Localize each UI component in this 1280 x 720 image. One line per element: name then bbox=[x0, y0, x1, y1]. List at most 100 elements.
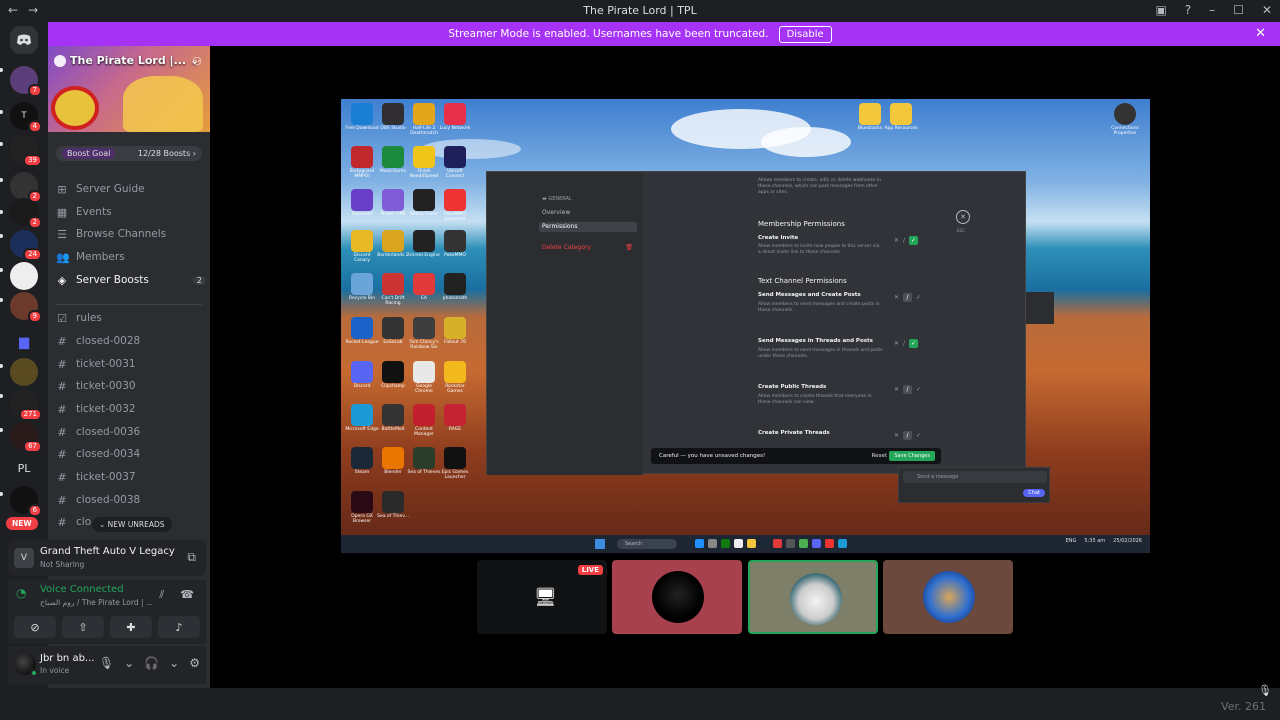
nav-server-guide[interactable]: ⊞ Server Guide bbox=[56, 179, 206, 199]
participant-tile[interactable] bbox=[883, 560, 1013, 634]
perm-toggle[interactable]: ✕ / ✓ bbox=[894, 385, 921, 394]
deny-icon[interactable]: ✕ bbox=[894, 386, 899, 393]
disable-streamer-button[interactable]: Disable bbox=[778, 25, 832, 43]
clock-date[interactable]: 25/02/2026 bbox=[1113, 538, 1142, 544]
microphone-icon[interactable]: 🎙 bbox=[1258, 684, 1272, 697]
perm-toggle[interactable]: ✕ / ✓ bbox=[894, 339, 919, 348]
desktop-icon[interactable]: Sea of Thiev... bbox=[376, 491, 410, 519]
taskbar-app-icon[interactable] bbox=[812, 539, 821, 548]
taskbar-app-icon[interactable] bbox=[786, 539, 795, 548]
desktop-icon[interactable]: Free Download bbox=[345, 103, 379, 131]
activities-button[interactable]: ✚ bbox=[110, 616, 152, 638]
channel-item[interactable]: # closed-0034 bbox=[56, 444, 206, 464]
desktop-icon[interactable]: Proton VPN bbox=[376, 189, 410, 217]
new-unreads-pill[interactable]: ⌄ NEW UNREADS bbox=[92, 517, 172, 532]
stream-tile[interactable]: LIVE 🖥 bbox=[477, 560, 607, 634]
discord-home-icon[interactable] bbox=[10, 26, 38, 54]
desktop-icon[interactable]: Rockstar Games bbox=[438, 361, 472, 394]
desktop-icon[interactable]: Discord Canary bbox=[345, 230, 379, 263]
taskbar-app-icon[interactable] bbox=[721, 539, 730, 548]
desktop-icon[interactable]: Borderlands 2 bbox=[376, 230, 410, 258]
settings-overview[interactable]: Overview bbox=[539, 208, 637, 218]
taskbar-app-icon[interactable] bbox=[747, 539, 756, 548]
clock-time[interactable]: 5:35 am bbox=[1084, 538, 1105, 544]
channel-item[interactable]: # closed-0036 bbox=[56, 422, 206, 442]
taskbar-app-icon[interactable] bbox=[825, 539, 834, 548]
desktop-icon[interactable]: Recycle Bin bbox=[345, 273, 379, 301]
desktop-icon[interactable]: Connections Properties bbox=[1108, 103, 1142, 136]
desktop-icon[interactable]: RAGE bbox=[438, 404, 472, 432]
neutral-icon[interactable]: / bbox=[903, 340, 905, 347]
taskbar-app-icon[interactable] bbox=[760, 539, 769, 548]
voice-status[interactable]: Voice Connected bbox=[40, 584, 124, 595]
nav-members[interactable]: 👥 Members bbox=[56, 247, 206, 267]
username[interactable]: Jbr bn ab... bbox=[40, 653, 94, 664]
channel-item[interactable]: # closed-0038 bbox=[56, 490, 206, 510]
desktop-icon[interactable]: PokeMMO bbox=[438, 230, 472, 258]
allow-icon[interactable]: ✓ bbox=[916, 386, 921, 393]
guild-icon[interactable]: 6 bbox=[10, 486, 42, 517]
channel-item[interactable]: # ticket-0037 bbox=[56, 467, 206, 487]
taskbar-app-icon[interactable] bbox=[773, 539, 782, 548]
server-banner[interactable]: The Pirate Lord |... ⌄ ⚇ bbox=[48, 46, 210, 132]
neutral-icon[interactable]: / bbox=[903, 293, 913, 302]
desktop-icon[interactable]: Clipchamp bbox=[376, 361, 410, 389]
signal-icon[interactable]: ◔ bbox=[16, 586, 26, 600]
channel-item[interactable]: # closed-0028 bbox=[56, 331, 206, 351]
maximize-icon[interactable]: ☐ bbox=[1233, 3, 1244, 17]
noise-suppression-icon[interactable]: ⫽ bbox=[159, 588, 164, 602]
desktop-icon[interactable]: Blender bbox=[376, 447, 410, 475]
chevron-down-icon[interactable]: ⌄ bbox=[124, 656, 134, 670]
desktop-icon[interactable]: Epic Games Launcher bbox=[438, 447, 472, 480]
guild-icon[interactable]: 9 bbox=[10, 292, 42, 323]
desktop-icon[interactable]: Finish Need4Speed bbox=[407, 146, 441, 179]
desktop-icon[interactable]: Fallout 76 bbox=[438, 317, 472, 345]
folder-icon[interactable]: ▆ bbox=[10, 328, 38, 356]
participant-tile-speaking[interactable] bbox=[748, 560, 878, 634]
help-icon[interactable]: ? bbox=[1185, 3, 1191, 17]
message-input[interactable]: Send a message bbox=[903, 471, 1047, 483]
allow-icon[interactable]: ✓ bbox=[909, 236, 919, 245]
channel-item[interactable]: # ticket-0032 bbox=[56, 399, 206, 419]
desktop-icon[interactable]: Microsoft Edge bbox=[345, 404, 379, 432]
voice-channel[interactable]: روم الصباح / The Pirate Lord | ... bbox=[40, 598, 153, 607]
taskbar-search[interactable]: Search bbox=[617, 539, 677, 549]
guild-icon[interactable]: 2 bbox=[10, 172, 42, 203]
soundboard-button[interactable]: ♪ bbox=[158, 616, 200, 638]
nav-events[interactable]: ▦ Events bbox=[56, 202, 206, 222]
taskbar-app-icon[interactable] bbox=[734, 539, 743, 548]
guild-icon[interactable]: 2 bbox=[10, 198, 42, 229]
neutral-icon[interactable]: / bbox=[903, 237, 905, 244]
deny-icon[interactable]: ✕ bbox=[894, 294, 899, 301]
desktop-icon[interactable]: EaSeLab bbox=[376, 317, 410, 345]
neutral-icon[interactable]: / bbox=[903, 385, 913, 394]
desktop-icon[interactable]: OBS Studio bbox=[376, 103, 410, 131]
taskbar-app-icon[interactable] bbox=[799, 539, 808, 548]
desktop-icon[interactable]: MusicGame bbox=[376, 146, 410, 174]
neutral-icon[interactable]: / bbox=[903, 431, 913, 440]
desktop-icon[interactable]: Tom Clancy's Rainbow Six bbox=[407, 317, 441, 350]
desktop-icon[interactable]: Content Manager bbox=[407, 404, 441, 437]
guild-icon[interactable]: 39 bbox=[10, 136, 42, 167]
guild-icon[interactable]: T4 bbox=[10, 102, 42, 133]
desktop-icon[interactable]: Half-Life 2 Deathmatch bbox=[407, 103, 441, 136]
channel-rules[interactable]: ☑ rules bbox=[56, 308, 206, 328]
perm-toggle[interactable]: ✕ / ✓ bbox=[894, 236, 919, 245]
desktop-icon[interactable]: Bluestacks bbox=[853, 103, 887, 131]
invite-people-icon[interactable]: ⚇ bbox=[192, 55, 202, 68]
desktop-icon[interactable]: PokeMMO Launcher bbox=[438, 189, 472, 222]
channel-item[interactable]: # ticket-0031 bbox=[56, 354, 206, 374]
close-settings-icon[interactable]: ✕ bbox=[956, 210, 970, 224]
desktop-icon[interactable]: Discord bbox=[345, 361, 379, 389]
desktop-icon[interactable]: Can't Drift Racing bbox=[376, 273, 410, 306]
minimize-icon[interactable]: – bbox=[1209, 3, 1215, 17]
start-icon[interactable] bbox=[595, 539, 605, 549]
nav-browse-channels[interactable]: ☰ Browse Channels bbox=[56, 224, 206, 244]
new-badge[interactable]: NEW bbox=[6, 517, 38, 530]
server-header[interactable]: The Pirate Lord |... ⌄ bbox=[54, 54, 199, 67]
share-screen-icon[interactable]: ⧉ bbox=[187, 550, 196, 565]
close-window-icon[interactable]: ✕ bbox=[1262, 3, 1272, 17]
settings-permissions[interactable]: Permissions bbox=[539, 222, 637, 232]
guild-icon[interactable]: 7 bbox=[10, 66, 42, 97]
desktop-icon[interactable]: BattleMod bbox=[376, 404, 410, 432]
